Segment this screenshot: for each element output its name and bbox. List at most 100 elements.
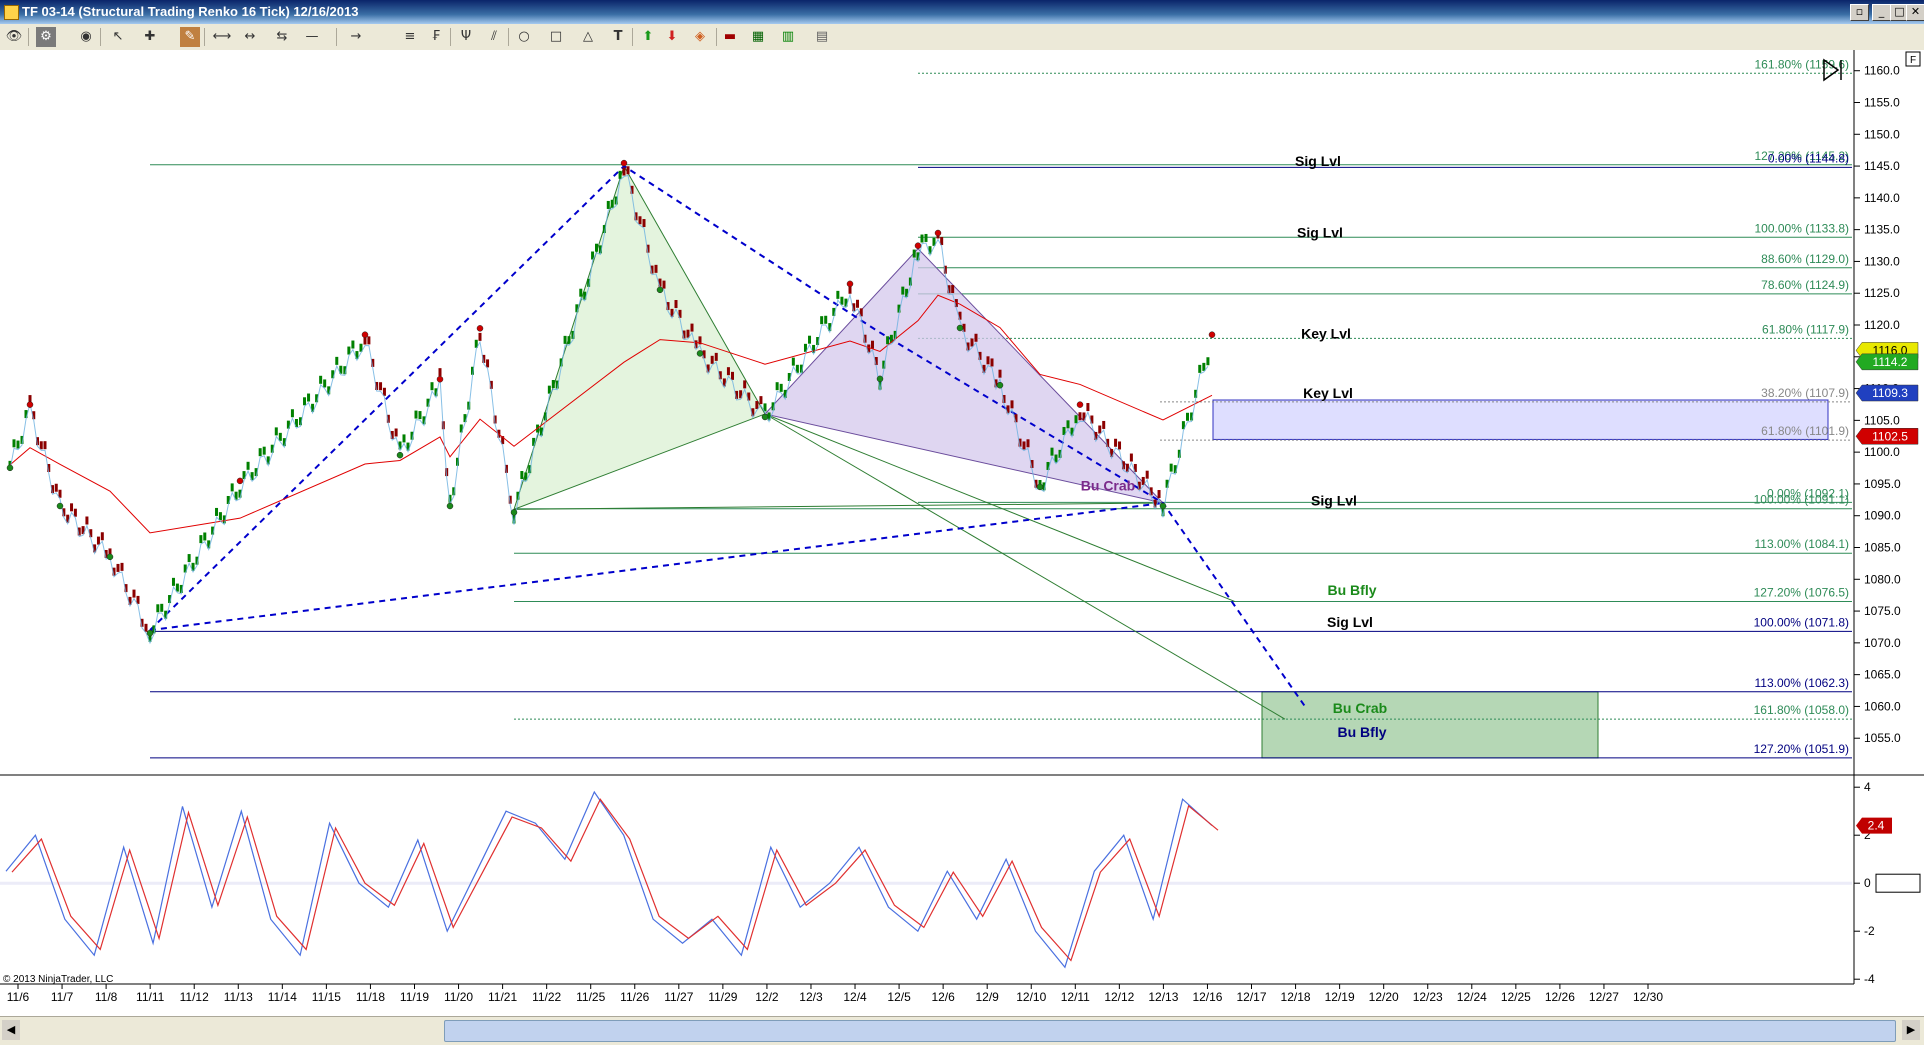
- price-bar: [755, 401, 759, 410]
- chart-area[interactable]: 161.80% (1159.6)127.20% (1145.2)0.00% (1…: [0, 50, 1924, 1016]
- visibility-icon[interactable]: ◉: [76, 27, 96, 47]
- indicator-icon[interactable]: ▥: [778, 27, 798, 47]
- rectangle-tool-icon[interactable]: □: [546, 27, 566, 47]
- price-bar: [43, 441, 47, 450]
- price-bar: [1102, 420, 1106, 429]
- scrollbar-thumb[interactable]: [444, 1020, 1896, 1042]
- price-bar: [622, 167, 626, 176]
- price-bar: [820, 316, 824, 325]
- x-tick-label: 12/4: [843, 990, 867, 1004]
- price-bar: [808, 335, 812, 344]
- data-box-icon[interactable]: ▦: [748, 27, 768, 47]
- text-tool-icon[interactable]: T: [608, 27, 628, 47]
- x-tick-label: 12/6: [931, 990, 955, 1004]
- price-bar: [618, 170, 622, 179]
- price-bar: [714, 352, 718, 361]
- x-tick-label: 12/30: [1633, 990, 1663, 1004]
- crosshair-icon[interactable]: ✚: [140, 27, 160, 47]
- y-tick-label: 1150.0: [1864, 127, 1900, 141]
- fib-retracement-icon[interactable]: ≡: [400, 27, 420, 47]
- drawing-mode-icon[interactable]: ✎: [180, 27, 200, 47]
- price-bar: [551, 379, 555, 388]
- level-label: 127.20% (1076.5): [1754, 586, 1849, 600]
- x-tick-label: 12/23: [1413, 990, 1443, 1004]
- level-label: 113.00% (1062.3): [1754, 676, 1849, 690]
- x-tick-label: 11/27: [664, 990, 693, 1004]
- y-tick-label: 1060.0: [1864, 699, 1901, 713]
- price-bar: [1086, 403, 1090, 412]
- price-bar: [986, 356, 990, 365]
- price-bar: [323, 379, 327, 388]
- panel-toggle-icon[interactable]: F: [1905, 51, 1921, 67]
- restore-small-icon[interactable]: ▫: [1850, 4, 1869, 21]
- gann-fan-icon[interactable]: ⫽: [484, 27, 504, 47]
- price-bar: [731, 371, 734, 380]
- scroll-left-icon[interactable]: ◀: [2, 1020, 20, 1040]
- x-tick-label: 12/10: [1016, 990, 1046, 1004]
- pattern-annotation: Key Lvl: [1303, 385, 1353, 401]
- pattern-tool-icon[interactable]: ◈: [690, 27, 710, 47]
- y-tick-label: 1125.0: [1864, 286, 1900, 300]
- ellipse-tool-icon[interactable]: ○: [514, 27, 534, 47]
- price-bar: [394, 428, 398, 437]
- swing-dot: [6, 464, 14, 472]
- line-tool-icon[interactable]: ⟷: [212, 27, 232, 47]
- pattern-annotation: Sig Lvl: [1311, 493, 1357, 509]
- arrow-line-icon[interactable]: →: [346, 27, 366, 47]
- extended-line-icon[interactable]: ⇆: [272, 27, 292, 47]
- price-bar: [144, 623, 148, 632]
- y-tick-label: 1120.0: [1864, 318, 1900, 332]
- x-tick-label: 12/27: [1589, 990, 1619, 1004]
- properties-icon[interactable]: ▤: [812, 27, 832, 47]
- minimize-button[interactable]: _: [1872, 4, 1891, 21]
- close-button[interactable]: ✕: [1906, 4, 1924, 21]
- swing-dot: [656, 286, 664, 294]
- y-tick-label: 1140.0: [1864, 191, 1900, 205]
- price-bar: [610, 199, 614, 208]
- price-bar: [520, 471, 524, 480]
- x-tick-label: 11/20: [444, 990, 473, 1004]
- horizontal-line-icon[interactable]: —: [302, 27, 322, 47]
- price-bar: [12, 439, 16, 448]
- price-bar: [418, 411, 422, 420]
- eye-icon[interactable]: 👁: [4, 27, 24, 47]
- bar-type-icon[interactable]: ⚙: [36, 27, 56, 47]
- target-zone: [1261, 691, 1599, 759]
- price-bar: [246, 461, 250, 470]
- horizontal-scrollbar[interactable]: ◀ ▶: [0, 1016, 1924, 1045]
- svg-text:F: F: [1910, 55, 1916, 66]
- price-bar: [886, 336, 890, 345]
- x-tick-label: 11/26: [620, 990, 649, 1004]
- stop-icon[interactable]: ▬: [720, 27, 740, 47]
- price-bar: [998, 369, 1002, 378]
- pointer-icon[interactable]: ↖: [108, 27, 128, 47]
- x-tick-label: 12/3: [799, 990, 823, 1004]
- x-tick-label: 12/9: [976, 990, 1000, 1004]
- x-tick-label: 12/12: [1104, 990, 1134, 1004]
- price-bar: [156, 604, 160, 613]
- andrews-pitchfork-icon[interactable]: Ψ: [456, 27, 476, 47]
- level-label: 100.00% (1071.8): [1754, 615, 1849, 629]
- x-tick-label: 12/5: [887, 990, 911, 1004]
- price-bar: [1114, 438, 1118, 447]
- y-tick-label: 1160.0: [1864, 64, 1900, 78]
- pattern-annotation: Sig Lvl: [1295, 153, 1341, 169]
- y-tick-label: 1105.0: [1864, 413, 1900, 427]
- osc-y-tick-label: 4: [1864, 780, 1871, 794]
- osc-y-tick-label: -4: [1864, 972, 1875, 986]
- arrow-down-icon[interactable]: ⬇: [662, 27, 682, 47]
- scroll-right-icon[interactable]: ▶: [1902, 1020, 1920, 1040]
- triangle-tool-icon[interactable]: △: [578, 27, 598, 47]
- x-tick-label: 11/12: [180, 990, 209, 1004]
- arrow-up-icon[interactable]: ⬆: [638, 27, 658, 47]
- fib-extension-icon[interactable]: ₣: [426, 27, 446, 47]
- pattern-annotation: Key Lvl: [1301, 325, 1351, 341]
- price-bar: [187, 554, 191, 563]
- pattern-annotation: Bu Crab: [1081, 477, 1135, 493]
- osc-value-label: 2.4: [1868, 819, 1885, 833]
- price-bar: [791, 357, 795, 366]
- ray-tool-icon[interactable]: ↔: [240, 27, 260, 47]
- price-bar: [70, 503, 74, 512]
- level-label: 127.20% (1051.9): [1754, 742, 1849, 756]
- x-tick-label: 11/8: [95, 990, 118, 1004]
